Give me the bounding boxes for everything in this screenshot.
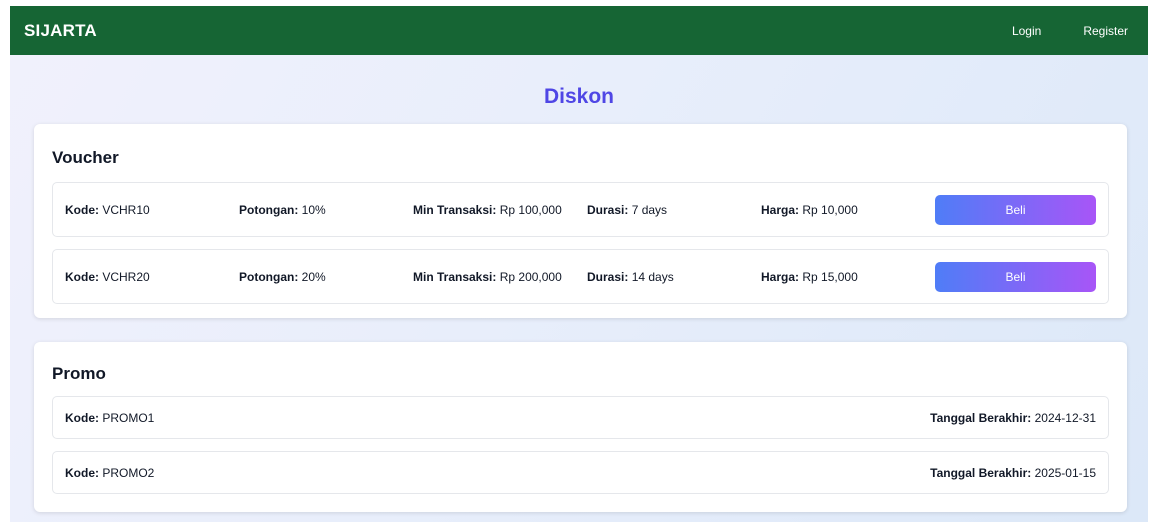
buy-button[interactable]: Beli: [935, 194, 1096, 225]
voucher-row: Kode: VCHR10 Potongan: 10% Min Transaksi…: [52, 182, 1109, 237]
voucher-min-label: Min Transaksi:: [413, 269, 497, 284]
voucher-price: Harga: Rp 10,000: [761, 203, 935, 217]
login-link[interactable]: Login: [1012, 24, 1041, 38]
app-frame: SIJARTA Login Register Diskon Voucher Ko…: [10, 6, 1148, 522]
promo-code-value: PROMO1: [102, 410, 155, 425]
voucher-code: Kode: VCHR20: [65, 270, 239, 284]
voucher-discount-value: 20%: [301, 269, 326, 284]
voucher-min-label: Min Transaksi:: [413, 202, 497, 217]
promo-end-date-label: Tanggal Berakhir:: [930, 410, 1032, 425]
voucher-min-value: Rp 100,000: [499, 202, 562, 217]
voucher-card: Voucher Kode: VCHR10 Potongan: 10% Min T…: [34, 124, 1127, 318]
brand-logo[interactable]: SIJARTA: [24, 21, 97, 41]
buy-button[interactable]: Beli: [935, 261, 1096, 292]
voucher-code-value: VCHR10: [102, 202, 150, 217]
promo-row: Kode: PROMO1 Tanggal Berakhir: 2024-12-3…: [52, 396, 1109, 439]
voucher-min-value: Rp 200,000: [499, 269, 562, 284]
promo-row: Kode: PROMO2 Tanggal Berakhir: 2025-01-1…: [52, 451, 1109, 494]
voucher-min-transaction: Min Transaksi: Rp 100,000: [413, 203, 587, 217]
voucher-min-transaction: Min Transaksi: Rp 200,000: [413, 270, 587, 284]
promo-card: Promo Kode: PROMO1 Tanggal Berakhir: 202…: [34, 342, 1127, 512]
promo-end-date: Tanggal Berakhir: 2025-01-15: [930, 466, 1096, 480]
nav-links: Login Register: [970, 24, 1128, 38]
voucher-code-value: VCHR20: [102, 269, 150, 284]
voucher-price: Harga: Rp 15,000: [761, 270, 935, 284]
navbar: SIJARTA Login Register: [10, 6, 1148, 55]
voucher-duration: Durasi: 7 days: [587, 203, 761, 217]
voucher-discount: Potongan: 20%: [239, 270, 413, 284]
promo-code-label: Kode:: [65, 410, 99, 425]
voucher-duration-value: 14 days: [631, 269, 674, 284]
voucher-row: Kode: VCHR20 Potongan: 20% Min Transaksi…: [52, 249, 1109, 304]
voucher-discount-label: Potongan:: [239, 269, 299, 284]
page-title: Diskon: [543, 85, 614, 108]
promo-title: Promo: [52, 364, 106, 383]
voucher-duration-value: 7 days: [631, 202, 668, 217]
promo-end-date-value: 2025-01-15: [1034, 465, 1096, 480]
voucher-code: Kode: VCHR10: [65, 203, 239, 217]
voucher-code-label: Kode:: [65, 269, 99, 284]
voucher-price-value: Rp 10,000: [802, 202, 858, 217]
promo-code-label: Kode:: [65, 465, 99, 480]
voucher-code-label: Kode:: [65, 202, 99, 217]
voucher-duration: Durasi: 14 days: [587, 270, 761, 284]
voucher-discount: Potongan: 10%: [239, 203, 413, 217]
promo-code: Kode: PROMO1: [65, 411, 154, 425]
voucher-price-label: Harga:: [761, 202, 800, 217]
voucher-duration-label: Durasi:: [587, 269, 629, 284]
promo-end-date-label: Tanggal Berakhir:: [930, 465, 1032, 480]
register-link[interactable]: Register: [1083, 24, 1128, 38]
voucher-duration-label: Durasi:: [587, 202, 629, 217]
promo-end-date-value: 2024-12-31: [1034, 410, 1096, 425]
promo-end-date: Tanggal Berakhir: 2024-12-31: [930, 411, 1096, 425]
voucher-title: Voucher: [52, 148, 119, 167]
voucher-discount-value: 10%: [301, 202, 326, 217]
promo-code-value: PROMO2: [102, 465, 155, 480]
voucher-price-value: Rp 15,000: [802, 269, 858, 284]
promo-code: Kode: PROMO2: [65, 466, 154, 480]
voucher-discount-label: Potongan:: [239, 202, 299, 217]
voucher-price-label: Harga:: [761, 269, 800, 284]
